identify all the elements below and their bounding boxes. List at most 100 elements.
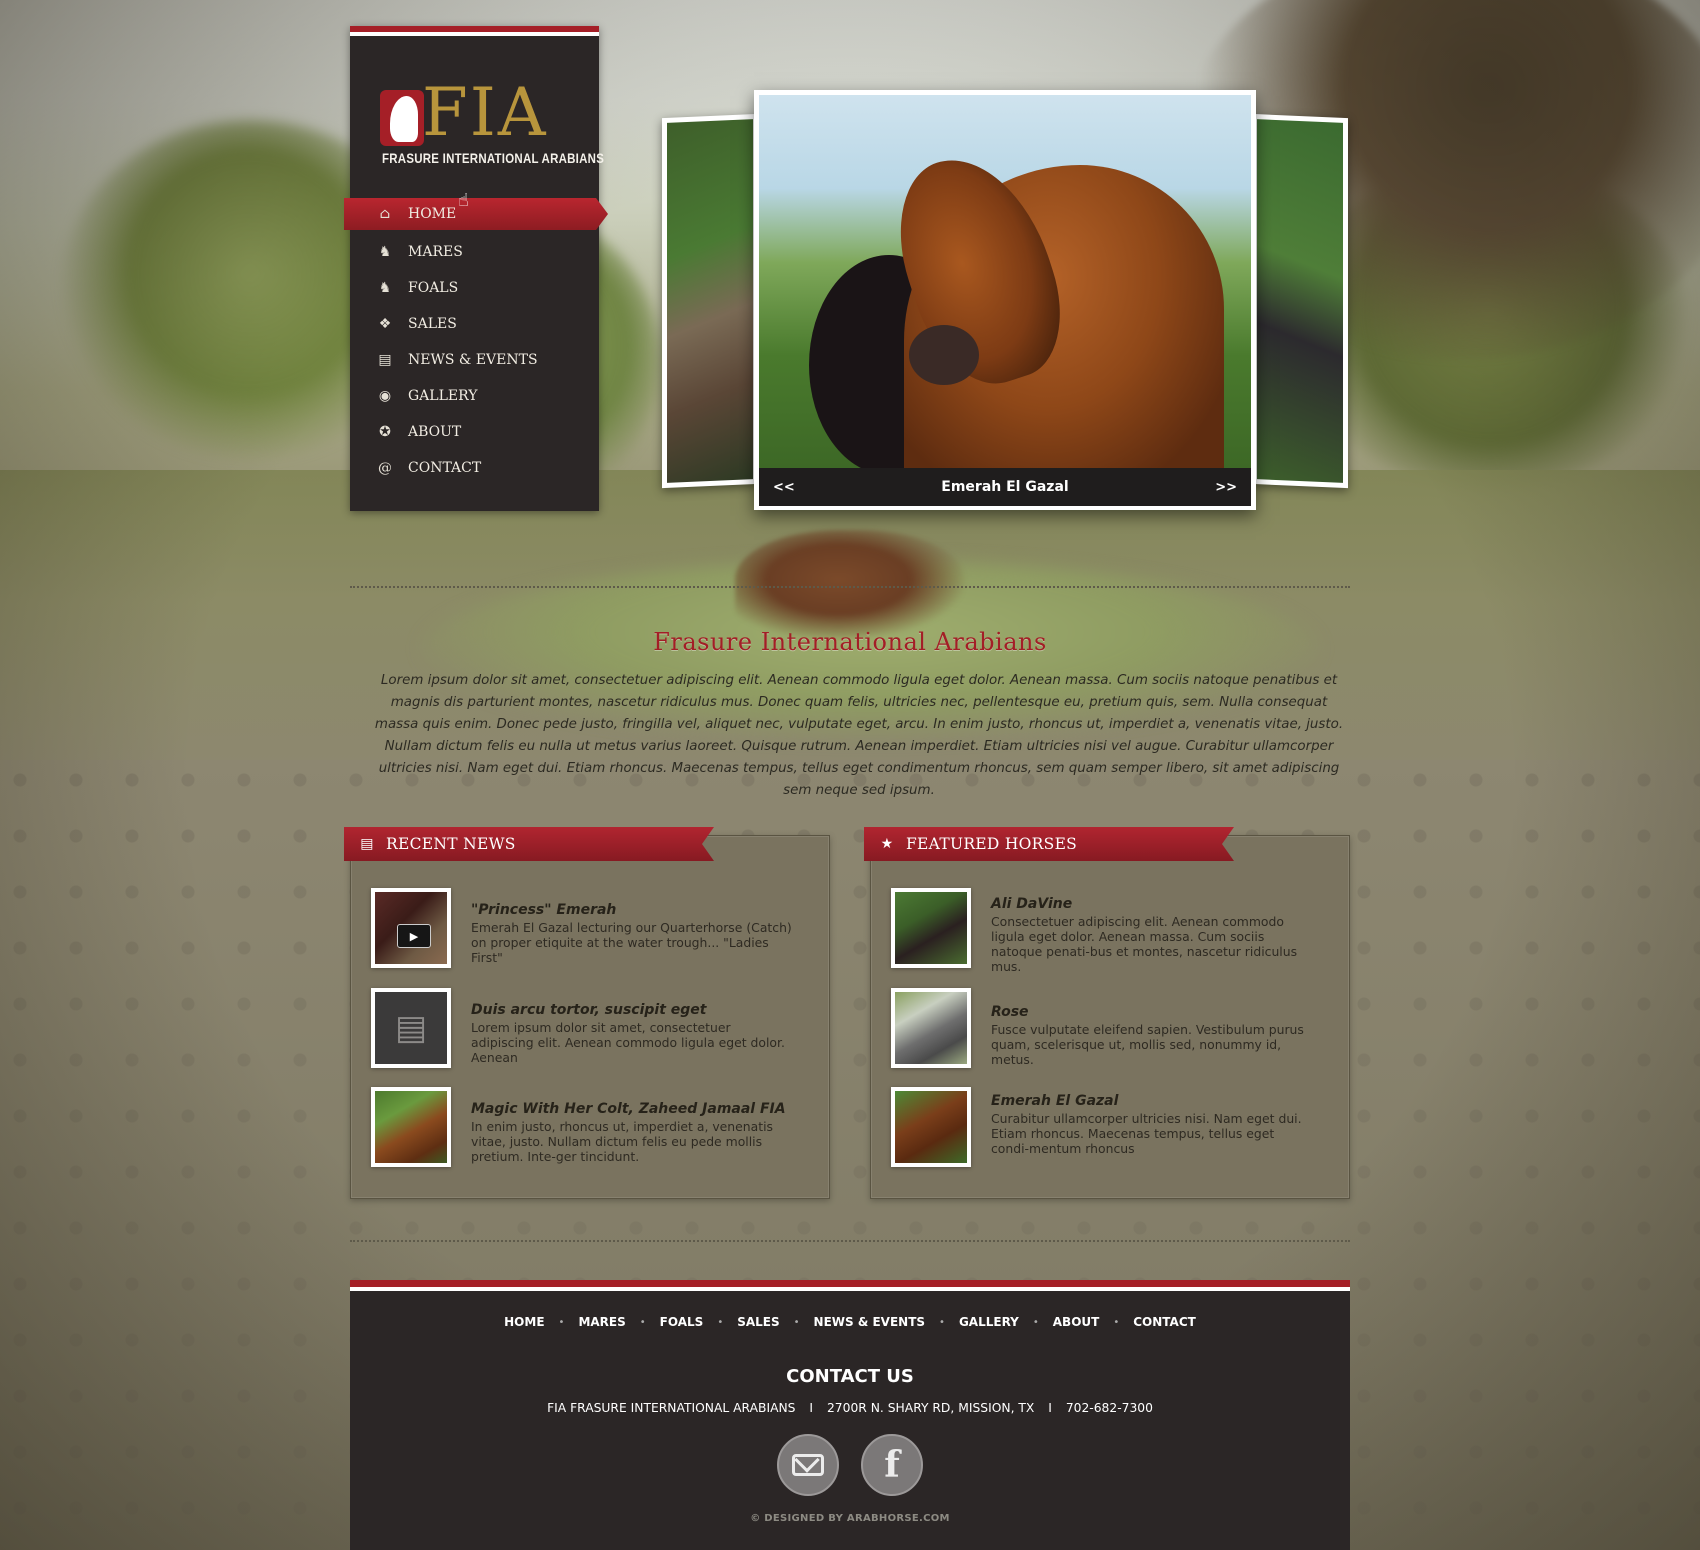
nav-label: FOALS	[408, 280, 459, 296]
page-container: FIA FRASURE INTERNATIONAL ARABIANS ⌂ HOM…	[344, 0, 1350, 1550]
footer-link-sales[interactable]: SALES	[737, 1315, 779, 1329]
news-title[interactable]: Magic With Her Colt, Zaheed Jamaal FIA	[471, 1101, 801, 1117]
featured-horses-ribbon: ★ FEATURED HORSES	[864, 827, 1234, 861]
footer-link-news-events[interactable]: NEWS & EVENTS	[814, 1315, 926, 1329]
news-thumb[interactable]: ▤	[371, 988, 451, 1068]
contact-info: FIA FRASURE INTERNATIONAL ARABIANS I 270…	[350, 1401, 1350, 1415]
nav-label: NEWS & EVENTS	[408, 352, 538, 368]
nav-item-mares[interactable]: ♞ MARES	[350, 234, 599, 270]
featured-horses-heading: FEATURED HORSES	[906, 835, 1078, 853]
contact-separator: I	[809, 1401, 814, 1415]
nav-label: ABOUT	[408, 424, 462, 440]
envelope-icon	[792, 1454, 824, 1476]
facebook-button[interactable]: f	[861, 1434, 923, 1496]
featured-horses-box: ★ FEATURED HORSES Ali DaVine Consectetue…	[864, 827, 1350, 1199]
nav-item-contact[interactable]: @ CONTACT	[350, 450, 599, 486]
news-item[interactable]: Magic With Her Colt, Zaheed Jamaal FIA I…	[371, 1087, 811, 1173]
contact-heading: CONTACT US	[786, 1366, 914, 1387]
social-links: f	[350, 1434, 1350, 1496]
at-sign-icon: @	[378, 460, 392, 476]
horse-head-icon: ♞	[378, 280, 392, 296]
star-circle-icon: ✪	[379, 424, 391, 440]
footer: HOME • MARES • FOALS • SALES • NEWS & EVENTS…	[350, 1280, 1350, 1550]
horse-thumb[interactable]	[891, 988, 971, 1068]
star-icon: ★	[880, 836, 894, 852]
slider-prev-photo[interactable]	[662, 113, 758, 489]
news-thumb[interactable]	[371, 1087, 451, 1167]
footer-nav-separator: •	[793, 1316, 800, 1328]
news-title[interactable]: Duis arcu tortor, suscipit eget	[471, 1002, 801, 1018]
intro-title: Frasure International Arabians	[653, 628, 1047, 656]
nav-item-foals[interactable]: ♞ FOALS	[350, 270, 599, 306]
footer-link-home[interactable]: HOME	[504, 1315, 544, 1329]
nav-item-home[interactable]: ⌂ HOME	[344, 198, 608, 230]
horse-title[interactable]: Emerah El Gazal	[991, 1093, 1321, 1109]
horse-desc: Consectetuer adipiscing elit. Aenean com…	[991, 914, 1298, 974]
nav-item-gallery[interactable]: ◉ GALLERY	[350, 378, 599, 414]
nav-item-news-events[interactable]: ▤ NEWS & EVENTS	[350, 342, 599, 378]
camera-icon: ◉	[378, 388, 392, 404]
slider-caption-bar: << Emerah El Gazal >>	[759, 468, 1251, 506]
slider-next-button[interactable]: >>	[1201, 480, 1251, 495]
footer-link-mares[interactable]: MARES	[578, 1315, 625, 1329]
contact-separator: I	[1048, 1401, 1052, 1415]
nav-label: CONTACT	[408, 460, 482, 476]
newspaper-icon: ▤	[375, 992, 447, 1064]
horse-item[interactable]: Rose Fusce vulputate eleifend sapien. Ve…	[891, 988, 1331, 1074]
newspaper-icon: ▤	[378, 352, 392, 368]
site-logo[interactable]: FIA FRASURE INTERNATIONAL ARABIANS	[380, 62, 604, 172]
news-desc: Lorem ipsum dolor sit amet, consectetuer…	[471, 1020, 785, 1065]
speech-bubble-icon: ▤	[360, 836, 374, 852]
news-desc: Emerah El Gazal lecturing our Quarterhor…	[471, 920, 792, 965]
designer-credit[interactable]: © DESIGNED BY ARABHORSE.COM	[350, 1513, 1350, 1524]
horse-thumb[interactable]	[891, 888, 971, 968]
news-item[interactable]: ▶ "Princess" Emerah Emerah El Gazal lect…	[371, 888, 811, 974]
slider-prev-button[interactable]: <<	[759, 480, 809, 495]
news-thumb[interactable]: ▶	[371, 888, 451, 968]
address: 2700R N. SHARY RD, MISSION, TX	[826, 1401, 1035, 1415]
footer-nav-separator: •	[1032, 1316, 1039, 1328]
footer-nav-separator: •	[639, 1316, 646, 1328]
horse-photo	[759, 95, 1251, 468]
news-item[interactable]: ▤ Duis arcu tortor, suscipit eget Lorem …	[371, 988, 811, 1074]
footer-link-contact[interactable]: CONTACT	[1133, 1315, 1196, 1329]
nav-item-sales[interactable]: ❖ SALES	[350, 306, 599, 342]
footer-link-about[interactable]: ABOUT	[1053, 1315, 1100, 1329]
logo-subtitle: FRASURE INTERNATIONAL ARABIANS	[382, 150, 605, 166]
footer-nav-separator: •	[1113, 1316, 1120, 1328]
intro-text: Lorem ipsum dolor sit amet, consectetuer…	[374, 673, 1344, 798]
home-icon: ⌂	[379, 206, 391, 222]
footer-nav-separator: •	[717, 1316, 724, 1328]
news-title[interactable]: "Princess" Emerah	[471, 902, 801, 918]
horse-title[interactable]: Ali DaVine	[991, 896, 1321, 912]
sidebar: FIA FRASURE INTERNATIONAL ARABIANS ⌂ HOM…	[344, 26, 608, 511]
footer-link-gallery[interactable]: GALLERY	[959, 1315, 1019, 1329]
nav-label: SALES	[408, 316, 457, 332]
horse-item[interactable]: Ali DaVine Consectetuer adipiscing elit.…	[891, 888, 1331, 974]
horse-head-icon: ♞	[378, 244, 392, 260]
news-desc: In enim justo, rhoncus ut, imperdiet a, …	[471, 1119, 773, 1164]
email-button[interactable]	[777, 1434, 839, 1496]
slider-caption: Emerah El Gazal	[941, 479, 1069, 495]
footer-link-foals[interactable]: FOALS	[660, 1315, 704, 1329]
dotted-divider	[350, 1240, 1350, 1242]
nav-label: MARES	[408, 244, 463, 260]
footer-white-stripe	[350, 1287, 1350, 1291]
nav-item-about[interactable]: ✪ ABOUT	[350, 414, 599, 450]
main-nav: ⌂ HOME ♞ MARES ♞ FOALS ❖ SALES ▤ NEWS & …	[344, 198, 608, 486]
recent-news-box: ▤ RECENT NEWS ▶ "Princess" Emerah Emerah…	[344, 827, 830, 1199]
horse-title[interactable]: Rose	[991, 1004, 1321, 1020]
horse-head-logo-icon	[380, 90, 424, 146]
nav-label: GALLERY	[408, 388, 478, 404]
play-icon[interactable]: ▶	[397, 924, 431, 948]
phone[interactable]: 702-682-7300	[1066, 1401, 1153, 1415]
footer-nav: HOME • MARES • FOALS • SALES • NEWS & EVENTS…	[350, 1315, 1350, 1329]
slider-next-photo[interactable]	[1252, 113, 1348, 489]
footer-nav-separator: •	[558, 1316, 565, 1328]
company-name: FIA FRASURE INTERNATIONAL ARABIANS	[547, 1401, 796, 1415]
footer-nav-separator: •	[939, 1316, 945, 1328]
horse-item[interactable]: Emerah El Gazal Curabitur ullamcorper ul…	[891, 1087, 1331, 1173]
horse-thumb[interactable]	[891, 1087, 971, 1167]
horse-desc: Curabitur ullamcorper ultricies nisi. Na…	[991, 1111, 1302, 1156]
facebook-icon: f	[884, 1444, 900, 1486]
